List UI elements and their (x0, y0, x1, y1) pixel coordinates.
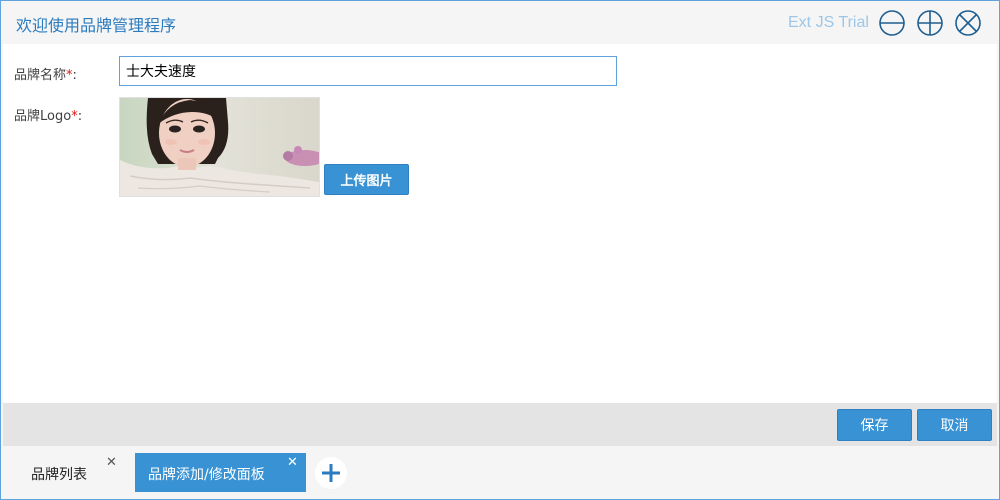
close-icon[interactable] (955, 10, 981, 36)
plus-icon[interactable] (315, 457, 347, 489)
save-button[interactable]: 保存 (837, 409, 912, 441)
form-panel: 品牌名称*: 品牌Logo*: (3, 44, 997, 403)
window-title: 欢迎使用品牌管理程序 (16, 16, 177, 35)
brand-logo-image (119, 97, 320, 197)
label-suffix: : (77, 109, 83, 124)
tab-close-icon[interactable]: ✕ (106, 456, 117, 469)
tab-label: 品牌添加/修改面板 (148, 467, 265, 483)
maximize-icon[interactable] (917, 10, 943, 36)
tab-label: 品牌列表 (31, 467, 87, 483)
tab-bar: 品牌列表 ✕ 品牌添加/修改面板 ✕ (1, 447, 999, 499)
tab-close-icon[interactable]: ✕ (287, 456, 298, 469)
brand-window: 欢迎使用品牌管理程序 Ext JS Trial 品牌名称*: 士大夫速度 品牌L… (0, 0, 1000, 500)
trial-watermark: Ext JS Trial (788, 14, 869, 31)
brand-name-label-text: 品牌名称 (14, 68, 67, 83)
window-titlebar[interactable]: 欢迎使用品牌管理程序 Ext JS Trial (1, 1, 999, 43)
tab-brand-list[interactable]: 品牌列表 ✕ (16, 453, 126, 492)
minimize-icon[interactable] (879, 10, 905, 36)
brand-name-input[interactable] (119, 56, 617, 86)
brand-logo-label-text: 品牌Logo (14, 109, 72, 124)
upload-image-button[interactable]: 上传图片 (324, 164, 409, 195)
cancel-button[interactable]: 取消 (917, 409, 992, 441)
label-suffix: : (72, 68, 77, 83)
tab-brand-edit-panel[interactable]: 品牌添加/修改面板 ✕ (135, 453, 306, 492)
form-footer-toolbar: 保存 取消 (3, 403, 997, 446)
brand-name-label: 品牌名称*: (14, 64, 77, 83)
brand-logo-label: 品牌Logo*: (14, 105, 82, 124)
